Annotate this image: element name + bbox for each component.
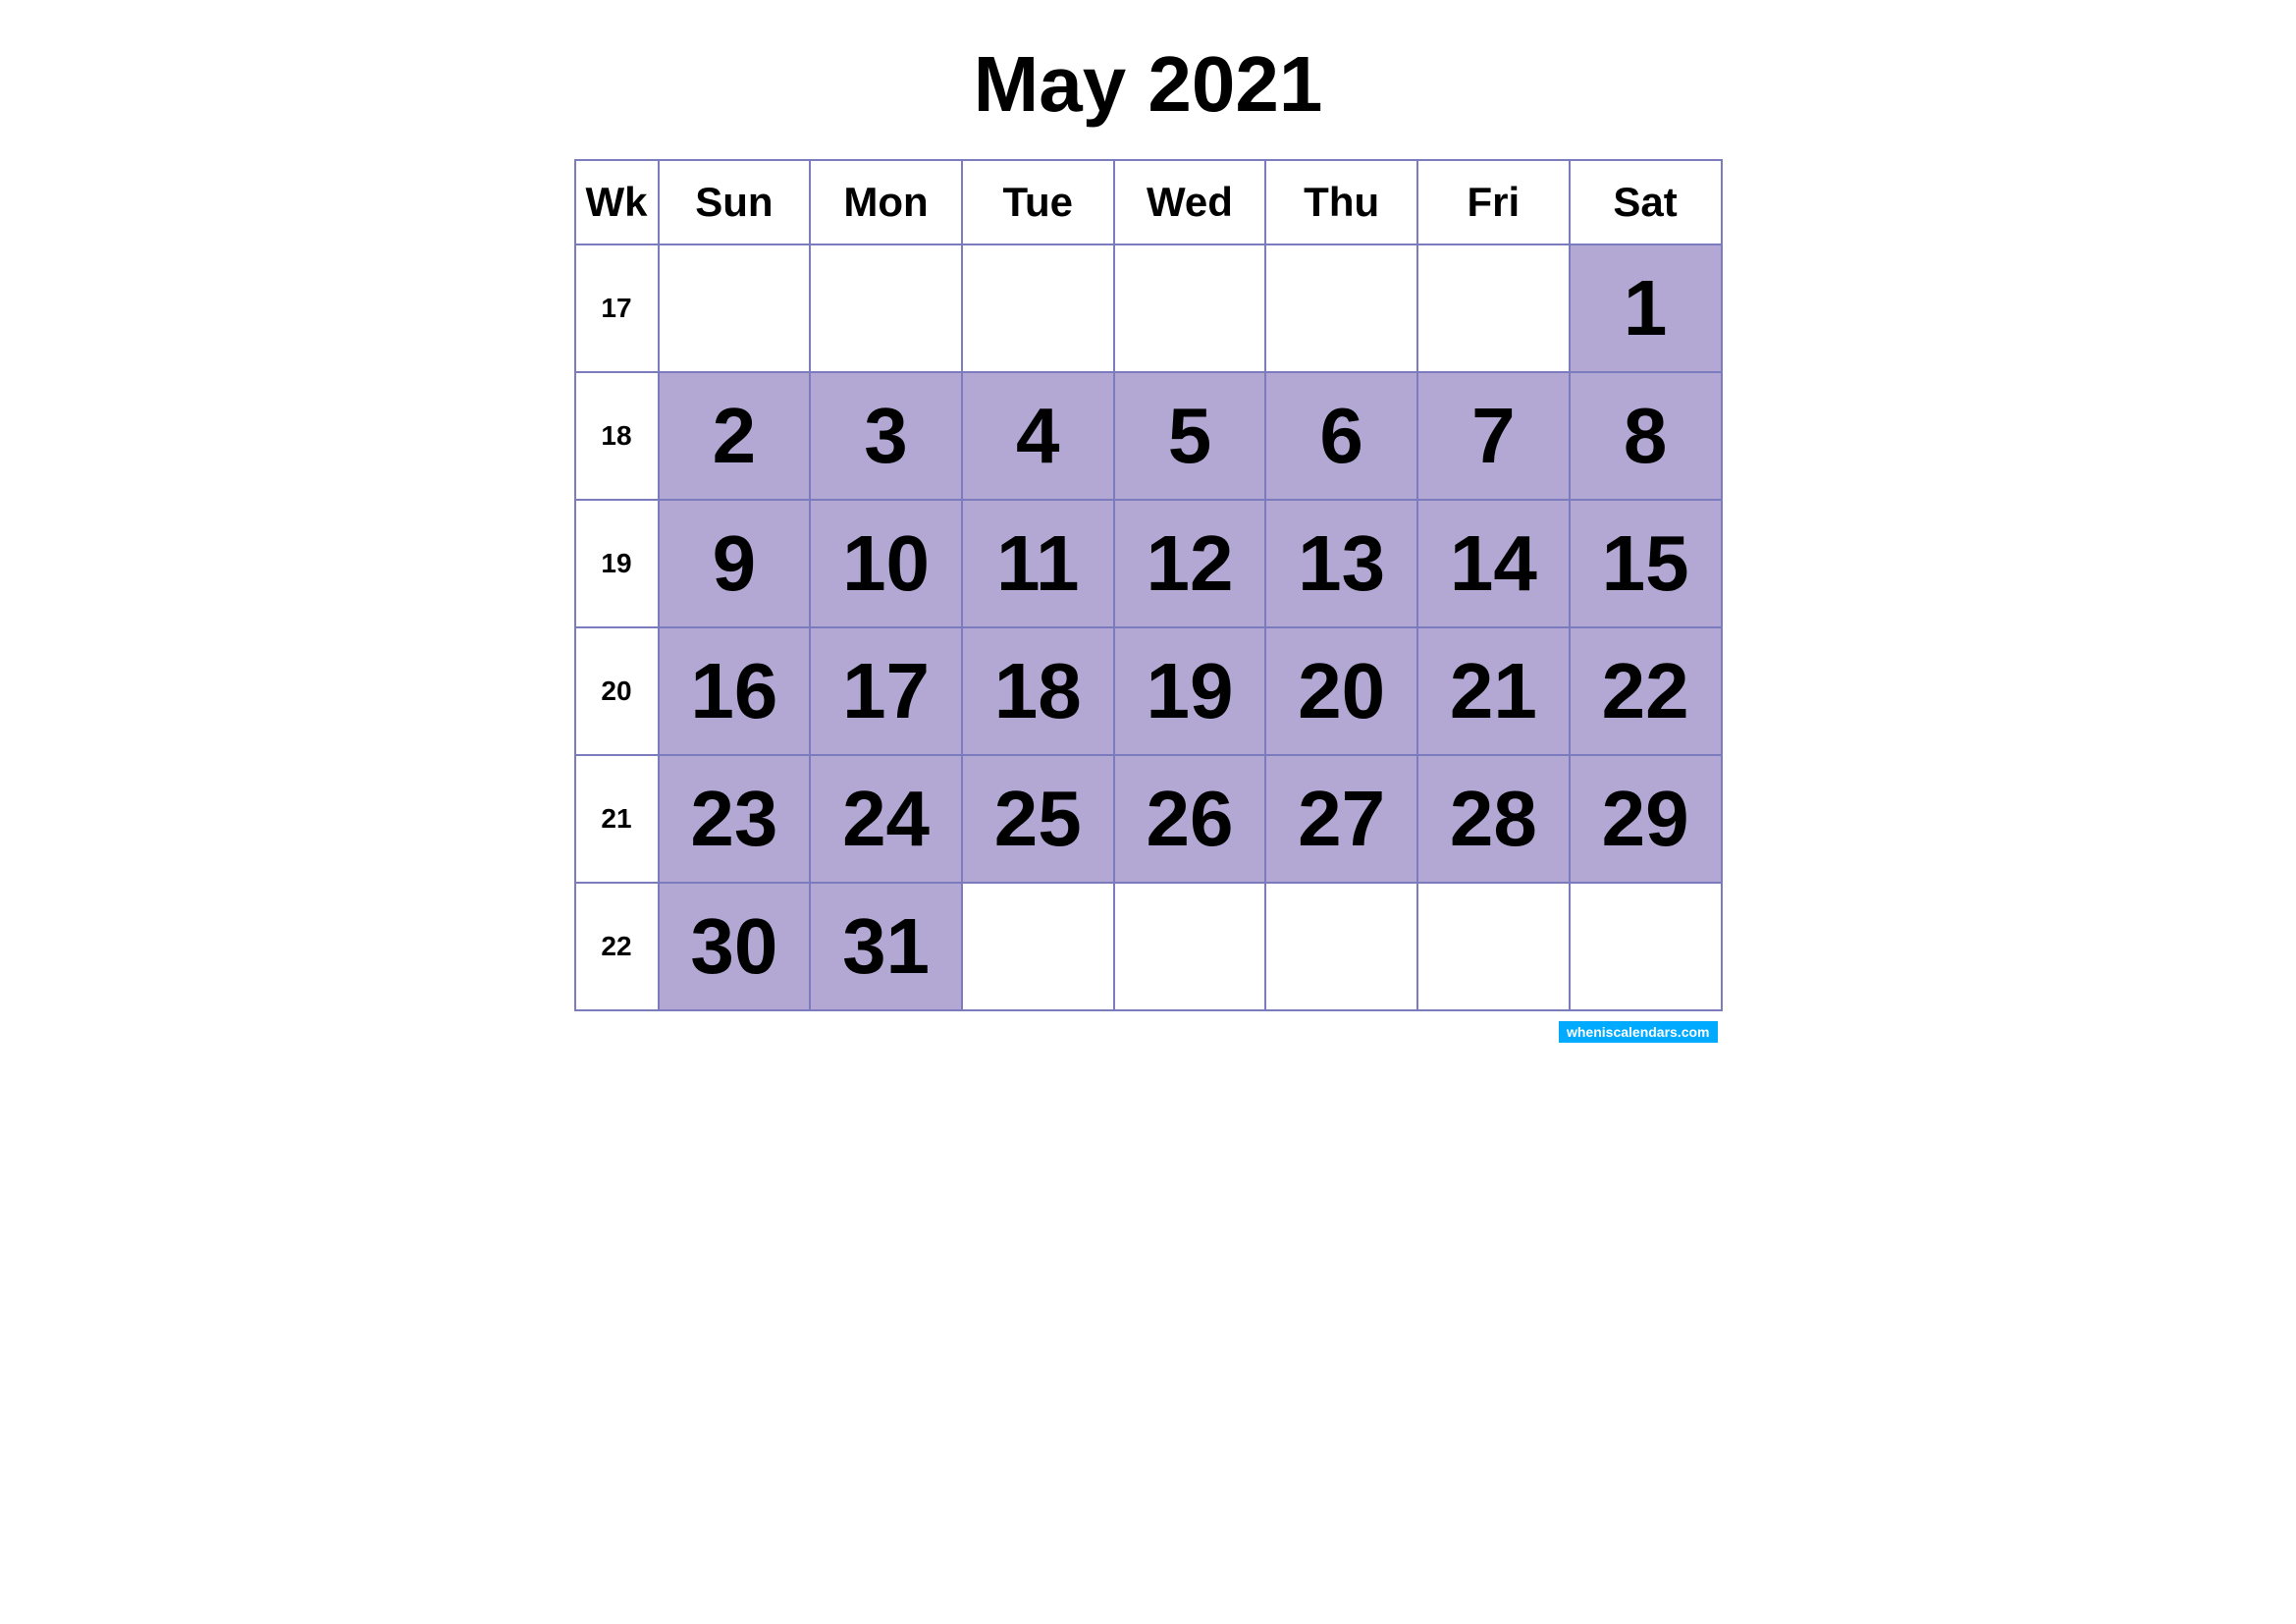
week-number: 18: [575, 372, 659, 500]
day-cell: 25: [962, 755, 1114, 883]
day-cell: 13: [1265, 500, 1417, 627]
day-cell: 19: [1114, 627, 1266, 755]
day-cell: 24: [810, 755, 962, 883]
day-cell: 16: [659, 627, 811, 755]
header-tue: Tue: [962, 160, 1114, 244]
day-cell: [1570, 883, 1722, 1010]
day-cell: [1114, 244, 1266, 372]
day-cell: 6: [1265, 372, 1417, 500]
day-cell: 5: [1114, 372, 1266, 500]
watermark-container: wheniscalendars.com: [574, 1021, 1723, 1043]
day-cell: 23: [659, 755, 811, 883]
table-row: 199101112131415: [575, 500, 1722, 627]
day-cell: 4: [962, 372, 1114, 500]
header-sun: Sun: [659, 160, 811, 244]
day-cell: 27: [1265, 755, 1417, 883]
day-cell: 28: [1417, 755, 1570, 883]
header-wk: Wk: [575, 160, 659, 244]
calendar-page: May 2021 Wk Sun Mon Tue Wed Thu Fri Sat …: [574, 20, 1723, 1043]
day-cell: 30: [659, 883, 811, 1010]
day-cell: 7: [1417, 372, 1570, 500]
day-cell: 29: [1570, 755, 1722, 883]
day-cell: 9: [659, 500, 811, 627]
calendar-table: Wk Sun Mon Tue Wed Thu Fri Sat 171182345…: [574, 159, 1723, 1011]
day-cell: [810, 244, 962, 372]
header-wed: Wed: [1114, 160, 1266, 244]
week-number: 20: [575, 627, 659, 755]
day-cell: 22: [1570, 627, 1722, 755]
day-cell: 3: [810, 372, 962, 500]
header-mon: Mon: [810, 160, 962, 244]
day-cell: 8: [1570, 372, 1722, 500]
day-cell: 10: [810, 500, 962, 627]
day-cell: [1265, 883, 1417, 1010]
table-row: 17 1: [575, 244, 1722, 372]
day-cell: [1265, 244, 1417, 372]
day-cell: 14: [1417, 500, 1570, 627]
table-row: 223031: [575, 883, 1722, 1010]
calendar-title: May 2021: [574, 20, 1723, 159]
day-cell: 2: [659, 372, 811, 500]
table-row: 182345678: [575, 372, 1722, 500]
watermark-text: wheniscalendars.com: [1559, 1021, 1718, 1043]
week-number: 22: [575, 883, 659, 1010]
day-cell: 21: [1417, 627, 1570, 755]
day-cell: [1417, 883, 1570, 1010]
day-cell: 12: [1114, 500, 1266, 627]
day-cell: 1: [1570, 244, 1722, 372]
header-fri: Fri: [1417, 160, 1570, 244]
day-cell: [962, 244, 1114, 372]
day-cell: [962, 883, 1114, 1010]
week-number: 17: [575, 244, 659, 372]
day-cell: [659, 244, 811, 372]
table-row: 2016171819202122: [575, 627, 1722, 755]
day-cell: 17: [810, 627, 962, 755]
header-thu: Thu: [1265, 160, 1417, 244]
day-cell: 11: [962, 500, 1114, 627]
header-row: Wk Sun Mon Tue Wed Thu Fri Sat: [575, 160, 1722, 244]
week-number: 21: [575, 755, 659, 883]
day-cell: 18: [962, 627, 1114, 755]
day-cell: [1417, 244, 1570, 372]
week-number: 19: [575, 500, 659, 627]
table-row: 2123242526272829: [575, 755, 1722, 883]
calendar-body: 1711823456781991011121314152016171819202…: [575, 244, 1722, 1010]
day-cell: 20: [1265, 627, 1417, 755]
day-cell: 31: [810, 883, 962, 1010]
header-sat: Sat: [1570, 160, 1722, 244]
day-cell: [1114, 883, 1266, 1010]
day-cell: 26: [1114, 755, 1266, 883]
day-cell: 15: [1570, 500, 1722, 627]
